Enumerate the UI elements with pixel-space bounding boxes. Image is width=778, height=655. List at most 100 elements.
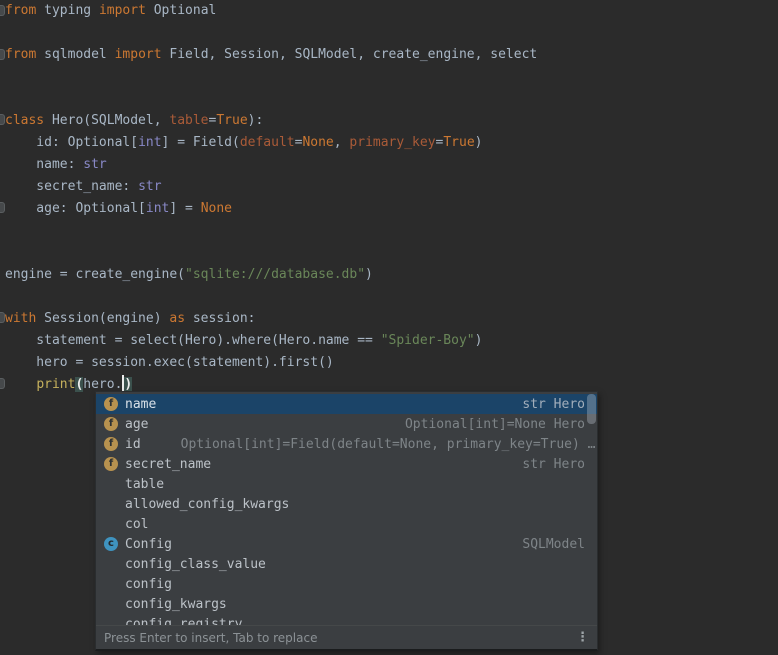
code-token: True [216,113,247,128]
completion-item[interactable]: fage Optional[int]=None Hero [96,414,597,434]
completion-item[interactable]: allowed_config_kwargs [96,494,597,514]
autocomplete-popup: fnamestr HerofageOptional[int]=None Hero… [95,391,598,651]
completion-signature: Optional[int]=Field(default=None, primar… [181,437,596,452]
completion-type-hint: str Hero [522,397,585,412]
code-token: table [169,113,208,128]
code-token: as [169,311,185,326]
completion-item[interactable]: c Config SQLModel [96,534,597,554]
completion-label: id [125,437,141,452]
code-line: from typing import Optional [5,0,778,22]
gutter-icon[interactable] [0,5,5,16]
gutter-icon[interactable] [0,312,5,323]
completion-label: table [125,477,164,492]
code-line [5,220,778,242]
completion-item[interactable]: fsecret_namestr Hero [96,454,597,474]
field-icon: f [104,417,118,431]
code-token: None [201,201,232,216]
code-token: Hero(SQLModel, [44,113,169,128]
completion-type-hint: Optional[int]=None Hero [405,417,585,432]
code-line: id: Optional[int] = Field(default=None, … [5,132,778,154]
completion-label: config_kwargs [125,597,227,612]
code-line: secret_name: str [5,176,778,198]
completion-label: name [125,397,156,412]
code-token: statement = select(Hero).where(Hero.name… [5,333,381,348]
gutter-icon[interactable] [0,114,5,125]
code-token: int [146,201,169,216]
code-line: class Hero(SQLModel, table=True): [5,110,778,132]
icon-spacer [104,477,118,491]
code-token: id: Optional[ [5,135,138,150]
icon-spacer [104,557,118,571]
code-line [5,242,778,264]
icon-spacer [104,577,118,591]
completion-label: allowed_config_kwargs [125,497,289,512]
code-token: from [5,47,36,62]
code-line [5,66,778,88]
code-token: sqlmodel [36,47,114,62]
code-token: int [138,135,161,150]
popup-footer: Press Enter to insert, Tab to replace ⋮ [96,625,597,649]
completion-label: config_class_value [125,557,266,572]
icon-spacer [104,497,118,511]
code-token: , [334,135,350,150]
completion-item[interactable]: fname str Hero [96,394,597,414]
code-token: ) [475,135,483,150]
code-token: Field, Session, SQLModel, create_engine,… [162,47,538,62]
completion-item[interactable]: fid Optional[int]=Field(default=None, pri… [96,434,597,454]
gutter-icon[interactable] [0,378,5,389]
code-token: Session(engine) [36,311,169,326]
completion-item[interactable]: table [96,474,597,494]
code-token: None [302,135,333,150]
completion-item[interactable]: config_kwargs [96,594,597,614]
code-token: ): [248,113,264,128]
code-token: str [83,157,106,172]
completion-type-hint: SQLModel [522,537,585,552]
code-line: statement = select(Hero).where(Hero.name… [5,330,778,352]
completion-type-hint: str Hero [522,457,585,472]
code-line: from sqlmodel import Field, Session, SQL… [5,44,778,66]
field-icon: f [104,437,118,451]
code-line: engine = create_engine("sqlite:///databa… [5,264,778,286]
code-token: session: [185,311,255,326]
completion-label: Config [125,537,172,552]
code-token: name: [5,157,83,172]
code-token: typing [36,3,99,18]
code-line [5,22,778,44]
code-token: with [5,311,36,326]
code-token: ] = [169,201,200,216]
completion-list: fnamestr HerofageOptional[int]=None Hero… [96,394,597,626]
completion-label: config [125,577,172,592]
code-token: engine = create_engine( [5,267,185,282]
gutter-icon[interactable] [0,202,5,213]
code-token: "Spider-Boy" [381,333,475,348]
field-icon: f [104,397,118,411]
completion-item[interactable]: config [96,574,597,594]
class-icon: c [104,537,118,551]
code-line [5,88,778,110]
code-token: Optional [146,3,216,18]
code-token [5,377,36,392]
code-token: from [5,3,36,18]
code-token: ) [365,267,373,282]
icon-spacer [104,597,118,611]
popup-footer-hint: Press Enter to insert, Tab to replace [104,631,317,645]
more-options-icon[interactable]: ⋮ [576,631,589,644]
completion-item[interactable]: col [96,514,597,534]
completion-item[interactable]: config_class_value [96,554,597,574]
code-token: import [115,47,162,62]
code-token: import [99,3,146,18]
field-icon: f [104,457,118,471]
code-line: hero = session.exec(statement).first() [5,352,778,374]
code-line [5,286,778,308]
completion-label: age [125,417,148,432]
gutter-icon[interactable] [0,49,5,60]
code-token: str [138,179,161,194]
code-token: ] = Field( [162,135,240,150]
code-token: hero. [83,377,122,392]
code-token: primary_key [349,135,435,150]
code-token: True [443,135,474,150]
code-token: "sqlite:///database.db" [185,267,365,282]
code-token: secret_name: [5,179,138,194]
popup-scrollbar-thumb[interactable] [587,394,596,424]
code-token: print [36,377,75,392]
